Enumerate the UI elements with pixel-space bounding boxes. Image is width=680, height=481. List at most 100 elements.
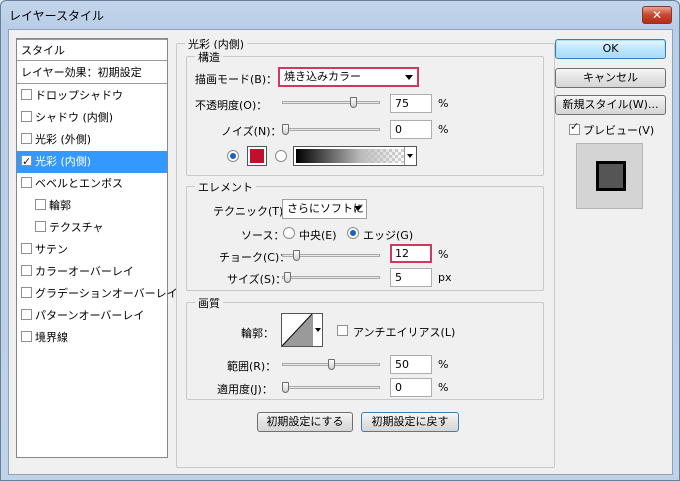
blending-options-item[interactable]: レイヤー効果：初期設定	[17, 62, 167, 84]
title-bar[interactable]: レイヤースタイル ✕	[1, 1, 679, 29]
sidebar-item-label: ベベルとエンボス	[35, 177, 123, 190]
sidebar-item-label: パターンオーバーレイ	[35, 309, 145, 322]
sidebar-item-label: 境界線	[35, 331, 68, 344]
choke-input[interactable]: 12	[390, 244, 432, 263]
sidebar-item-label: カラーオーバーレイ	[35, 265, 134, 278]
blend-mode-select[interactable]: 焼き込みカラー	[278, 67, 419, 87]
styles-header[interactable]: スタイル	[17, 39, 167, 61]
jitter-slider-thumb[interactable]	[282, 382, 289, 393]
range-slider-thumb[interactable]	[328, 359, 335, 370]
source-label: ソース：	[241, 229, 285, 242]
sidebar-item-checkbox[interactable]	[21, 331, 32, 342]
sidebar-item-label: グラデーションオーバーレイ	[35, 287, 178, 300]
sidebar-item-checkbox[interactable]	[21, 309, 32, 320]
source-center-label[interactable]: 中央(E)	[299, 227, 337, 243]
sidebar-item[interactable]: ベベルとエンボス	[17, 173, 167, 195]
close-button[interactable]: ✕	[642, 6, 672, 24]
reset-default-button[interactable]: 初期設定に戻す	[361, 412, 459, 432]
choke-label: チョーク(C)：	[219, 251, 291, 264]
elements-title: エレメント	[195, 179, 256, 195]
size-input[interactable]: 5	[390, 268, 432, 287]
technique-select[interactable]: さらにソフトに	[282, 199, 367, 219]
jitter-label: 適用度(J)：	[217, 383, 273, 396]
gradient-picker[interactable]	[293, 146, 417, 166]
antialias-label[interactable]: アンチエイリアス(L)	[353, 324, 455, 340]
structure-title: 構造	[195, 49, 223, 65]
opacity-label: 不透明度(O)：	[195, 99, 268, 112]
color-radio[interactable]	[227, 150, 239, 162]
source-center-radio[interactable]	[283, 227, 295, 239]
noise-input[interactable]: 0	[390, 120, 432, 139]
sidebar-item-label: サテン	[35, 243, 68, 256]
opacity-slider-thumb[interactable]	[350, 97, 357, 108]
sidebar-item[interactable]: グラデーションオーバーレイ	[17, 283, 178, 305]
choke-slider-thumb[interactable]	[293, 250, 300, 261]
cancel-button[interactable]: キャンセル	[555, 68, 666, 88]
range-slider[interactable]	[282, 359, 380, 370]
contour-curve-icon	[282, 314, 312, 346]
jitter-slider[interactable]	[282, 382, 380, 393]
dialog-body: スタイル レイヤー効果：初期設定 ドロップシャドウシャドウ (内側) 光彩 (外側…	[8, 29, 673, 475]
new-style-button[interactable]: 新規スタイル(W)...	[555, 95, 666, 115]
opacity-slider[interactable]	[282, 97, 380, 108]
glow-color-swatch[interactable]	[247, 146, 267, 166]
jitter-input[interactable]: 0	[390, 378, 432, 397]
sidebar-item-checkbox[interactable]	[21, 177, 32, 188]
gradient-preview	[296, 149, 404, 163]
sidebar-item[interactable]: テクスチャ	[17, 217, 167, 239]
gradient-dropdown[interactable]	[404, 147, 416, 165]
contour-picker[interactable]	[281, 313, 323, 347]
sidebar-item[interactable]: 光彩 (内側)	[17, 151, 167, 173]
sidebar-item[interactable]: シャドウ (内側)	[17, 107, 167, 129]
sidebar-item-checkbox[interactable]	[21, 89, 32, 100]
ok-button[interactable]: OK	[555, 39, 666, 59]
sidebar-item[interactable]: 光彩 (外側)	[17, 129, 167, 151]
window-title: レイヤースタイル	[9, 9, 105, 23]
sidebar-item-checkbox[interactable]	[21, 265, 32, 276]
gradient-radio[interactable]	[275, 150, 287, 162]
sidebar-item-checkbox[interactable]	[21, 133, 32, 144]
preview-checkbox[interactable]	[569, 120, 580, 135]
range-input[interactable]: 50	[390, 355, 432, 374]
preview-label[interactable]: プレビュー(V)	[583, 124, 654, 137]
noise-slider[interactable]	[282, 124, 380, 135]
contour-dropdown[interactable]	[312, 314, 322, 346]
quality-title: 画質	[195, 295, 223, 311]
antialias-checkbox[interactable]	[337, 325, 348, 336]
opacity-input[interactable]: 75	[390, 94, 432, 113]
sidebar-item-label: ドロップシャドウ	[35, 89, 123, 102]
source-edge-label[interactable]: エッジ(G)	[363, 227, 413, 243]
choke-slider[interactable]	[282, 250, 380, 261]
sidebar-item[interactable]: カラーオーバーレイ	[17, 261, 167, 283]
structure-group: 構造 描画モード(B)： 焼き込みカラー 不透明度(O)： 75 % ノイズ(N…	[186, 49, 544, 176]
range-unit: %	[438, 358, 449, 371]
opacity-unit: %	[438, 97, 449, 110]
sidebar-item[interactable]: 輪郭	[17, 195, 167, 217]
preview-swatch	[596, 161, 626, 191]
sidebar-item-label: 光彩 (内側)	[35, 155, 92, 168]
sidebar-item[interactable]: サテン	[17, 239, 167, 261]
sidebar-item-checkbox[interactable]	[21, 151, 32, 173]
sidebar-item-checkbox[interactable]	[21, 243, 32, 254]
chevron-down-icon	[407, 154, 413, 158]
make-default-button[interactable]: 初期設定にする	[257, 412, 353, 432]
sidebar-item[interactable]: ドロップシャドウ	[17, 85, 167, 107]
sidebar-item-label: テクスチャ	[49, 221, 104, 234]
sidebar-item[interactable]: パターンオーバーレイ	[17, 305, 167, 327]
sidebar-item-checkbox[interactable]	[35, 221, 46, 232]
sidebar-item[interactable]: 境界線	[17, 327, 167, 349]
elements-group: エレメント テクニック(T)： さらにソフトに ソース： 中央(E) エッジ(G…	[186, 179, 544, 291]
noise-unit: %	[438, 123, 449, 136]
sidebar-item-checkbox[interactable]	[21, 111, 32, 122]
sidebar-item-checkbox[interactable]	[21, 287, 32, 298]
preview-toggle[interactable]: プレビュー(V)	[569, 120, 654, 138]
layer-style-dialog: レイヤースタイル ✕ スタイル レイヤー効果：初期設定 ドロップシャドウシャドウ…	[0, 0, 680, 481]
quality-group: 画質 輪郭： アンチエイリアス(L) 範囲(R)： 50 % 適用度(J)： 0…	[186, 295, 544, 400]
size-label: サイズ(S)：	[227, 273, 287, 286]
size-slider-thumb[interactable]	[284, 272, 291, 283]
noise-slider-thumb[interactable]	[282, 124, 289, 135]
sidebar-item-label: 光彩 (外側)	[35, 133, 92, 146]
sidebar-item-checkbox[interactable]	[35, 199, 46, 210]
source-edge-radio[interactable]	[347, 227, 359, 239]
size-slider[interactable]	[282, 272, 380, 283]
